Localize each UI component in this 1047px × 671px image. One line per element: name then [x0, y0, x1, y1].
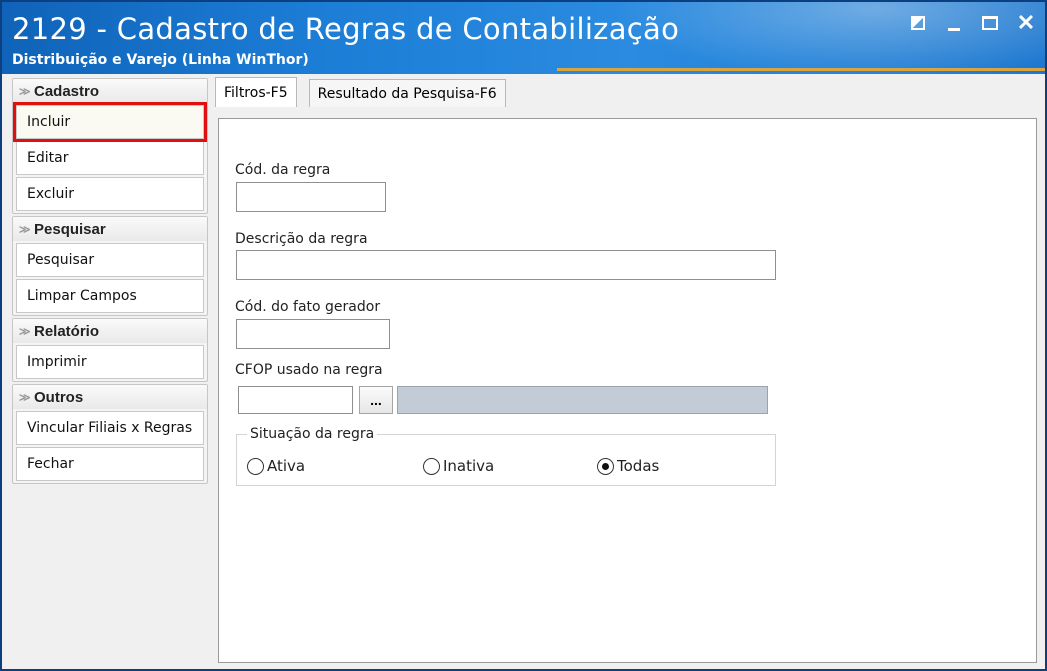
cod-fato-gerador-input[interactable]: [236, 319, 390, 349]
chevron-double-down-icon: ≫: [19, 85, 31, 98]
chevron-double-down-icon: ≫: [19, 391, 31, 404]
title-bar[interactable]: 2129 - Cadastro de Regras de Contabiliza…: [2, 2, 1045, 74]
cfop-label: CFOP usado na regra: [235, 362, 383, 378]
radio-unchecked-icon: [247, 457, 264, 475]
cfop-input[interactable]: [238, 386, 353, 414]
tab-bar: Filtros-F5 Resultado da Pesquisa-F6: [215, 77, 518, 107]
group-cadastro: ≫ Cadastro Incluir Editar Excluir: [12, 78, 208, 214]
minimize-icon: [948, 27, 960, 31]
group-pesquisar: ≫ Pesquisar Pesquisar Limpar Campos: [12, 216, 208, 316]
restore-button[interactable]: [907, 12, 929, 34]
sidebar-item-fechar[interactable]: Fechar: [16, 447, 204, 481]
group-header-label: Outros: [34, 388, 84, 406]
group-relatorio: ≫ Relatório Imprimir: [12, 318, 208, 382]
cod-fato-gerador-label: Cód. do fato gerador: [235, 299, 381, 315]
radio-todas[interactable]: Todas: [597, 457, 659, 475]
chevron-double-down-icon: ≫: [19, 223, 31, 236]
minimize-button[interactable]: [943, 12, 965, 34]
cfop-lookup-button[interactable]: ...: [359, 386, 393, 414]
radio-checked-icon: [597, 457, 614, 475]
descricao-regra-input[interactable]: [236, 250, 776, 280]
situacao-legend: Situação da regra: [247, 426, 378, 442]
radio-label: Inativa: [443, 457, 495, 475]
radio-ativa[interactable]: Ativa: [247, 457, 305, 475]
close-icon: ✕: [1016, 10, 1036, 35]
filters-panel: Cód. da regra Descrição da regra Cód. do…: [218, 118, 1037, 663]
radio-inativa[interactable]: Inativa: [423, 457, 494, 475]
window-title: 2129 - Cadastro de Regras de Contabiliza…: [12, 12, 680, 46]
maximize-button[interactable]: [979, 12, 1001, 34]
maximize-icon: [982, 16, 998, 30]
group-header-pesquisar[interactable]: ≫ Pesquisar: [13, 217, 207, 241]
sidebar: ≫ Cadastro Incluir Editar Excluir ≫ Pesq…: [12, 78, 208, 486]
window-subtitle: Distribuição e Varejo (Linha WinThor): [12, 52, 309, 68]
sidebar-item-imprimir[interactable]: Imprimir: [16, 345, 204, 379]
radio-label: Ativa: [267, 457, 306, 475]
cod-regra-label: Cód. da regra: [235, 162, 331, 178]
tab-filtros[interactable]: Filtros-F5: [215, 77, 297, 107]
group-header-label: Cadastro: [34, 82, 100, 100]
situacao-group: Situação da regra Ativa Inativa Todas: [236, 426, 776, 486]
chevron-double-down-icon: ≫: [19, 325, 31, 338]
group-outros: ≫ Outros Vincular Filiais x Regras Fecha…: [12, 384, 208, 484]
sidebar-item-incluir[interactable]: Incluir: [13, 102, 207, 142]
sidebar-item-pesquisar[interactable]: Pesquisar: [16, 243, 204, 277]
radio-unchecked-icon: [423, 457, 440, 475]
cod-regra-input[interactable]: [236, 182, 386, 212]
cfop-description-field: [397, 386, 768, 414]
group-header-outros[interactable]: ≫ Outros: [13, 385, 207, 409]
window-controls: ✕: [907, 12, 1037, 34]
group-header-label: Pesquisar: [34, 220, 106, 238]
app-window: 2129 - Cadastro de Regras de Contabiliza…: [0, 0, 1047, 671]
tab-resultado-pesquisa[interactable]: Resultado da Pesquisa-F6: [308, 79, 506, 107]
descricao-regra-label: Descrição da regra: [235, 231, 368, 247]
group-header-cadastro[interactable]: ≫ Cadastro: [13, 79, 207, 103]
close-button[interactable]: ✕: [1015, 12, 1037, 34]
sidebar-item-vincular-filiais[interactable]: Vincular Filiais x Regras: [16, 411, 204, 445]
sidebar-item-limpar-campos[interactable]: Limpar Campos: [16, 279, 204, 313]
group-header-relatorio[interactable]: ≫ Relatório: [13, 319, 207, 343]
sidebar-item-excluir[interactable]: Excluir: [16, 177, 204, 211]
radio-label: Todas: [617, 457, 660, 475]
title-accent-line: [557, 68, 1045, 71]
group-header-label: Relatório: [34, 322, 100, 340]
restore-icon: [911, 16, 925, 30]
sidebar-item-editar[interactable]: Editar: [16, 141, 204, 175]
